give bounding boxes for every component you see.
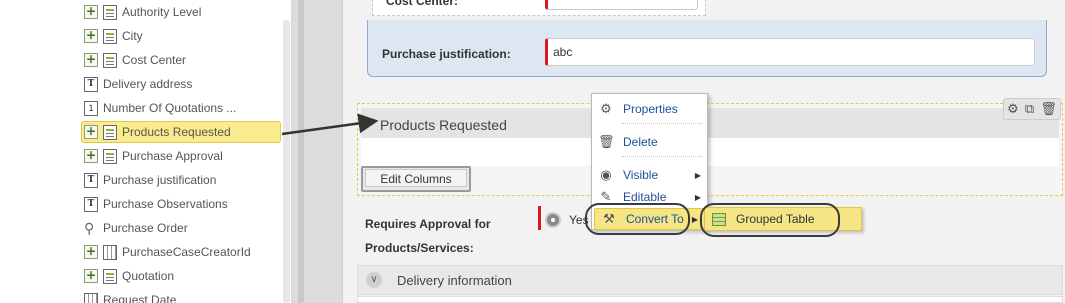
cost-center-input[interactable]: [545, 0, 698, 10]
trash-icon: 🗑: [598, 134, 615, 149]
gear-icon: ⚙: [600, 101, 612, 116]
requires-approval-line1: Requires Approval for: [365, 217, 491, 231]
expand-icon[interactable]: +: [84, 29, 98, 43]
tree-item-label: Quotation: [122, 269, 175, 283]
grid-icon: [103, 244, 117, 260]
menu-item-label: Delete: [623, 135, 658, 149]
requires-approval-line2: Products/Services:: [365, 241, 474, 255]
menu-item-visible[interactable]: ◉ Visible ▶: [592, 164, 707, 186]
required-indicator: [538, 206, 541, 230]
justification-input[interactable]: abc: [545, 38, 1035, 66]
tree-item-purchase-case-creator-id[interactable]: + PurchaseCaseCreatorId: [84, 241, 251, 263]
menu-item-label: Visible: [623, 168, 659, 182]
number-field-icon: 1: [84, 100, 98, 116]
expand-icon[interactable]: +: [84, 269, 98, 283]
justification-label: Purchase justification:: [382, 47, 511, 61]
tree-item-label: City: [122, 29, 143, 43]
tree-item-purchase-observations[interactable]: T Purchase Observations: [84, 193, 228, 215]
tree-item-cost-center[interactable]: + Cost Center: [84, 49, 186, 71]
tree-item-label: Purchase Approval: [122, 149, 223, 163]
tree-item-authority-level[interactable]: + Authority Level: [84, 1, 201, 23]
tree-item-label: Delivery address: [103, 77, 193, 91]
tree-item-delivery-address[interactable]: T Delivery address: [84, 73, 192, 95]
products-grid-body: [361, 138, 1059, 166]
text-field-icon: T: [84, 76, 98, 92]
delivery-section-body: [357, 296, 1063, 303]
tree-item-city[interactable]: + City: [84, 25, 143, 47]
tree-item-label: Purchase justification: [103, 173, 217, 187]
tree-item-quotation[interactable]: + Quotation: [84, 265, 174, 287]
requires-approval-label: Requires Approval for Products/Services:: [365, 212, 491, 260]
yes-radio[interactable]: [545, 212, 561, 228]
trash-icon[interactable]: 🗑: [1040, 102, 1057, 116]
menu-item-label: Properties: [623, 102, 678, 116]
menu-item-delete[interactable]: 🗑 Delete: [592, 131, 707, 153]
tree-item-label: Authority Level: [122, 5, 202, 19]
products-grid-title: Products Requested: [380, 117, 507, 133]
tree-item-label: Request Date: [103, 293, 177, 303]
tree-item-number-of-quotations[interactable]: 1 Number Of Quotations ...: [84, 97, 236, 119]
eye-icon: ◉: [600, 167, 612, 182]
annotation-oval-grouped-table: [700, 203, 840, 237]
edit-columns-label: Edit Columns: [365, 169, 467, 187]
expand-icon[interactable]: +: [84, 5, 98, 19]
convert-icon[interactable]: ⧉: [1025, 102, 1034, 116]
menu-item-properties[interactable]: ⚙ Properties: [592, 98, 707, 120]
tree-item-purchase-approval[interactable]: + Purchase Approval: [84, 145, 223, 167]
splitter-handle[interactable]: [298, 0, 304, 303]
tree-item-label: Number Of Quotations ...: [103, 101, 237, 115]
submenu-arrow-icon: ▶: [691, 214, 698, 224]
expand-icon[interactable]: +: [84, 53, 98, 67]
submenu-arrow-icon: ▶: [694, 170, 701, 180]
splitter[interactable]: [292, 0, 342, 303]
table-icon: [103, 124, 117, 140]
expand-icon[interactable]: +: [84, 125, 98, 139]
tree-item-label: Products Requested: [122, 125, 231, 139]
table-icon: [103, 52, 117, 68]
table-icon: [103, 4, 117, 20]
gear-icon[interactable]: ⚙: [1007, 102, 1019, 116]
annotation-oval-convert-to: [585, 203, 690, 235]
expand-icon[interactable]: +: [84, 149, 98, 163]
tree-item-label: Purchase Observations: [103, 197, 228, 211]
cost-center-label: Cost Center:: [386, 0, 459, 8]
menu-separator: [622, 123, 702, 124]
date-icon: [84, 292, 98, 303]
menu-separator: [622, 156, 702, 157]
tree-item-purchase-justification[interactable]: T Purchase justification: [84, 169, 216, 191]
tree-item-label: PurchaseCaseCreatorId: [122, 245, 251, 259]
submenu-arrow-icon: ▶: [694, 192, 701, 202]
table-icon: [103, 148, 117, 164]
tree-item-products-requested[interactable]: + Products Requested: [81, 121, 281, 143]
tree-item-label: Purchase Order: [103, 221, 188, 235]
tree-item-request-date[interactable]: Request Date: [84, 289, 176, 303]
text-field-icon: T: [84, 196, 98, 212]
field-tree-panel: + Authority Level + City + Cost Center T…: [0, 0, 292, 303]
tree-scrollbar[interactable]: [283, 20, 290, 303]
paperclip-icon: ⚲: [84, 219, 95, 236]
delivery-section-title: Delivery information: [397, 273, 512, 288]
chevron-down-icon[interactable]: ∨: [366, 272, 382, 288]
tree-item-label: Cost Center: [122, 53, 187, 67]
table-icon: [103, 268, 117, 284]
section-toolbar: ⚙ ⧉ 🗑: [1003, 98, 1061, 120]
table-icon: [103, 28, 117, 44]
text-field-icon: T: [84, 172, 98, 188]
menu-item-label: Editable: [623, 190, 667, 204]
edit-columns-button[interactable]: Edit Columns: [361, 166, 471, 192]
expand-icon[interactable]: +: [84, 245, 98, 259]
tree-item-purchase-order[interactable]: ⚲ Purchase Order: [84, 217, 188, 239]
